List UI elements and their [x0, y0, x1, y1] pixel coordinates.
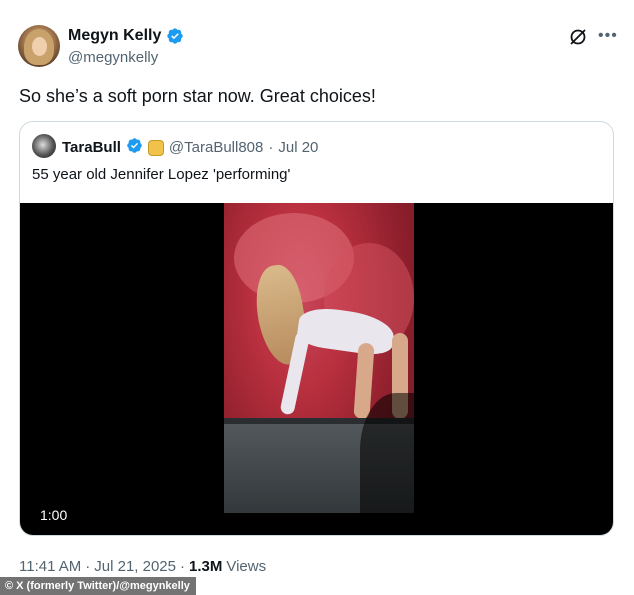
- video-player[interactable]: 1:00: [20, 203, 613, 535]
- author-handle[interactable]: @megynkelly: [68, 49, 158, 66]
- quoted-verified-badge-icon: [126, 137, 143, 158]
- quoted-display-name[interactable]: TaraBull: [62, 139, 121, 156]
- avatar-face: [32, 37, 47, 56]
- affiliate-badge-icon: [147, 139, 164, 156]
- verified-badge-icon: [166, 27, 184, 45]
- video-duration: 1:00: [40, 507, 68, 523]
- more-options-icon[interactable]: •••: [598, 26, 618, 46]
- quoted-tweet[interactable]: TaraBull @TaraBull808 · Jul 20 55 year o…: [19, 121, 614, 536]
- grok-icon[interactable]: [568, 27, 588, 47]
- meta-separator: ·: [85, 558, 91, 575]
- author-name-row: Megyn Kelly: [68, 27, 184, 45]
- views-count: 1.3M: [189, 558, 223, 575]
- quoted-header: TaraBull @TaraBull808 · Jul 20: [62, 137, 318, 158]
- image-credit: © X (formerly Twitter)/@megynkelly: [0, 577, 196, 595]
- tweet-text: So she’s a soft porn star now. Great cho…: [19, 86, 376, 106]
- quoted-handle[interactable]: @TaraBull808: [169, 139, 263, 156]
- quoted-date[interactable]: Jul 20: [278, 139, 318, 156]
- tweet-meta: 11:41 AM · Jul 21, 2025 · 1.3M Views: [19, 558, 266, 575]
- quoted-separator: ·: [268, 139, 274, 156]
- views-label: Views: [226, 558, 267, 575]
- author-display-name[interactable]: Megyn Kelly: [68, 27, 161, 45]
- author-avatar[interactable]: [18, 25, 60, 67]
- quoted-text: 55 year old Jennifer Lopez 'performing': [32, 166, 291, 183]
- video-foreground-shadow: [360, 393, 450, 535]
- tweet-card: Megyn Kelly @megynkelly ••• So she’s a s…: [0, 0, 634, 595]
- tweet-time[interactable]: 11:41 AM: [19, 558, 81, 575]
- quoted-author-avatar[interactable]: [32, 134, 56, 158]
- tweet-date[interactable]: Jul 21, 2025: [94, 558, 176, 575]
- meta-separator: ·: [180, 558, 185, 575]
